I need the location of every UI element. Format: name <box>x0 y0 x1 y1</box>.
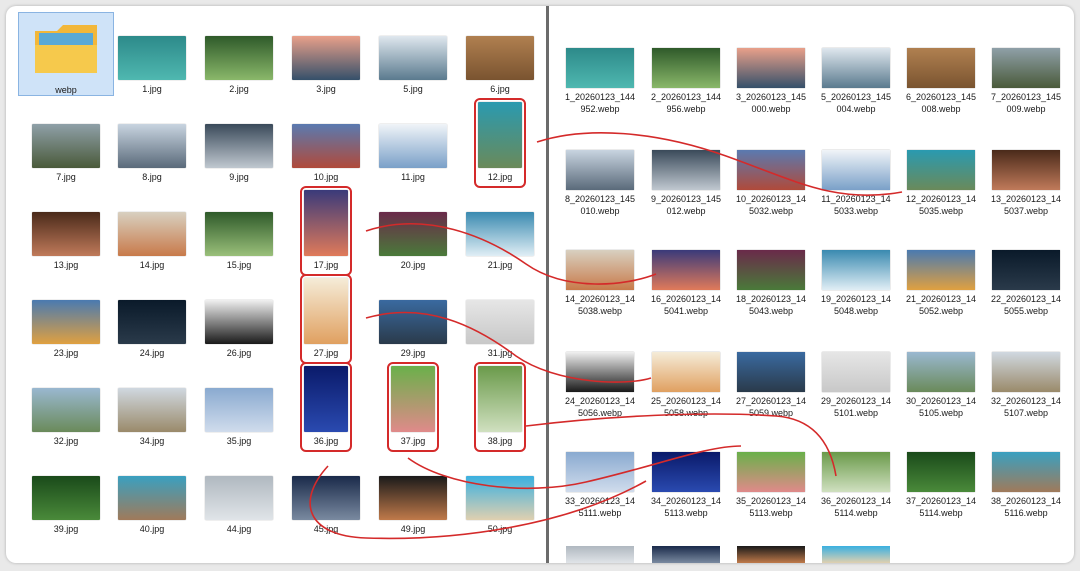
comparison-frame: webp 1.jpg 2.jpg 3.jpg 5.jpg 6.jpg 7.jpg 8.jpg… <box>6 6 1074 563</box>
link-38 <box>525 413 837 477</box>
link-27 <box>365 311 652 383</box>
link-12 <box>536 132 903 197</box>
link-17 <box>365 223 657 285</box>
annotation-arrows <box>309 132 903 540</box>
link-37 <box>407 445 742 490</box>
link-36 <box>309 465 647 540</box>
